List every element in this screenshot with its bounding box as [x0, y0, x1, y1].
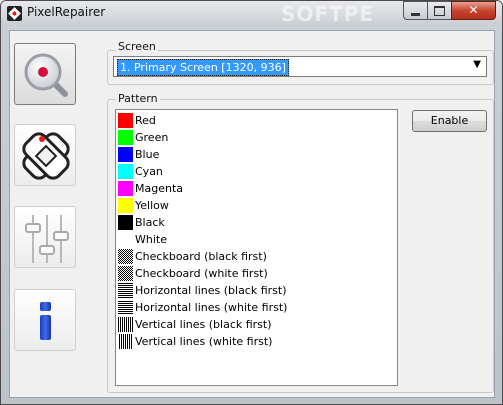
list-item[interactable]: Yellow — [117, 197, 396, 214]
pattern-swatch — [118, 266, 133, 281]
pattern-label-text: Checkboard (black first) — [135, 250, 267, 263]
watermark-text: SOFTPE — [281, 2, 375, 26]
pattern-swatch — [118, 300, 133, 315]
close-button[interactable]: ✕ — [451, 1, 496, 20]
pattern-swatch — [118, 283, 133, 298]
pattern-swatch — [118, 232, 133, 247]
list-item[interactable]: White — [117, 231, 396, 248]
pattern-swatch — [118, 113, 133, 128]
list-item[interactable]: Vertical lines (white first) — [117, 333, 396, 350]
pattern-swatch — [118, 130, 133, 145]
list-item[interactable]: Green — [117, 129, 396, 146]
sidebar-button-repair[interactable] — [14, 124, 76, 186]
pattern-label-text: Horizontal lines (white first) — [135, 301, 288, 314]
pattern-swatch — [118, 249, 133, 264]
pattern-label-text: Vertical lines (white first) — [135, 335, 273, 348]
pattern-list[interactable]: Red Green Blue Cyan Magenta Yellow Black White C… — [115, 109, 398, 386]
pattern-label-text: Magenta — [135, 182, 184, 195]
app-logo-icon — [7, 6, 22, 21]
pattern-label-text: Red — [135, 114, 156, 127]
list-item[interactable]: Horizontal lines (white first) — [117, 299, 396, 316]
title-bar[interactable]: PixelRepairer SOFTPE ✕ — [1, 1, 502, 26]
bandage-icon — [22, 132, 70, 180]
pattern-label-text: Black — [135, 216, 165, 229]
list-item[interactable]: Cyan — [117, 163, 396, 180]
chevron-down-icon: ▼ — [473, 59, 481, 70]
list-item[interactable]: Magenta — [117, 180, 396, 197]
list-item[interactable]: Horizontal lines (black first) — [117, 282, 396, 299]
screen-select[interactable]: 1. Primary Screen [1320, 936] ▼ — [113, 56, 487, 77]
pattern-swatch — [118, 181, 133, 196]
close-icon: ✕ — [468, 3, 479, 17]
pattern-label-text: Blue — [135, 148, 160, 161]
list-item[interactable]: Checkboard (white first) — [117, 265, 396, 282]
minimize-button[interactable] — [403, 1, 428, 20]
pattern-swatch — [118, 147, 133, 162]
screen-label: Screen — [116, 40, 158, 53]
pattern-label-text: Checkboard (white first) — [135, 267, 268, 280]
pattern-swatch — [118, 164, 133, 179]
pattern-label-text: Horizontal lines (black first) — [135, 284, 287, 297]
pattern-swatch — [118, 317, 133, 332]
pattern-label-text: White — [135, 233, 167, 246]
list-item[interactable]: Blue — [117, 146, 396, 163]
screen-select-value: 1. Primary Screen [1320, 936] — [117, 59, 289, 76]
maximize-button[interactable] — [427, 1, 452, 20]
app-window: PixelRepairer SOFTPE ✕ Screen 1. Primary… — [0, 0, 503, 405]
pattern-label-text: Yellow — [135, 199, 169, 212]
list-item[interactable]: Red — [117, 112, 396, 129]
magnifier-icon — [24, 53, 68, 97]
pattern-swatch — [118, 198, 133, 213]
minimize-icon — [411, 12, 420, 16]
sliders-icon — [25, 215, 69, 263]
list-item[interactable]: Checkboard (black first) — [117, 248, 396, 265]
pattern-label-text: Cyan — [135, 165, 163, 178]
pattern-label: Pattern — [116, 92, 160, 105]
info-icon — [40, 302, 51, 340]
window-title: PixelRepairer — [27, 5, 106, 19]
pattern-swatch — [118, 334, 133, 349]
maximize-icon — [434, 5, 445, 16]
pattern-swatch — [118, 215, 133, 230]
enable-button[interactable]: Enable — [412, 110, 487, 132]
pattern-label-text: Green — [135, 131, 169, 144]
sidebar-button-inspect[interactable] — [14, 43, 76, 105]
list-item[interactable]: Black — [117, 214, 396, 231]
list-item[interactable]: Vertical lines (black first) — [117, 316, 396, 333]
pattern-label-text: Vertical lines (black first) — [135, 318, 272, 331]
sidebar-button-about[interactable] — [14, 289, 76, 351]
sidebar-button-settings[interactable] — [14, 206, 76, 268]
